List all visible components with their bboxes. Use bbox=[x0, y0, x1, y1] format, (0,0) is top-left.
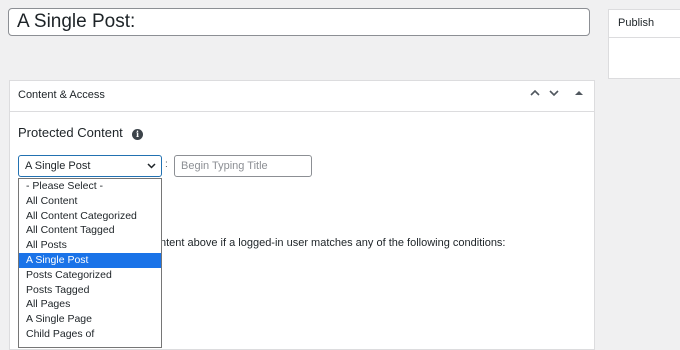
dropdown-option[interactable]: Posts Categorized bbox=[19, 268, 161, 283]
collapse-toggle-icon[interactable] bbox=[574, 87, 584, 103]
dropdown-option[interactable]: A Single Page bbox=[19, 312, 161, 327]
content-type-select[interactable]: A Single Post bbox=[18, 155, 162, 177]
dropdown-option-selected[interactable]: A Single Post bbox=[19, 252, 161, 268]
dropdown-option[interactable]: All Content bbox=[19, 194, 161, 209]
dropdown-option[interactable]: All Content Categorized bbox=[19, 209, 161, 224]
move-up-icon[interactable] bbox=[529, 87, 541, 103]
dropdown-option[interactable]: All Posts bbox=[19, 238, 161, 253]
publish-box: Publish bbox=[608, 9, 680, 79]
title-search-input[interactable]: Begin Typing Title bbox=[174, 155, 312, 177]
dropdown-option[interactable]: Posts Tagged bbox=[19, 283, 161, 298]
info-icon[interactable]: i bbox=[132, 129, 143, 140]
move-down-icon[interactable] bbox=[548, 87, 560, 103]
metabox-title: Content & Access bbox=[18, 89, 105, 101]
dropdown-option[interactable]: All Pages bbox=[19, 297, 161, 312]
chevron-down-icon bbox=[147, 156, 156, 176]
protected-content-heading: Protected Content bbox=[18, 125, 123, 140]
post-title-input[interactable]: A Single Post: bbox=[8, 8, 590, 36]
access-condition-help-text: ntent above if a logged-in user matches … bbox=[160, 237, 506, 249]
dropdown-option[interactable]: Child Pages of bbox=[19, 327, 161, 342]
field-separator: : bbox=[165, 159, 168, 170]
dropdown-option[interactable]: - Please Select - bbox=[19, 179, 161, 194]
content-type-dropdown-list[interactable]: - Please Select - All Content All Conten… bbox=[18, 178, 162, 348]
publish-box-title[interactable]: Publish bbox=[609, 10, 680, 38]
metabox-header: Content & Access bbox=[10, 81, 594, 112]
content-type-selected-value: A Single Post bbox=[25, 160, 91, 172]
dropdown-option[interactable]: All Content Tagged bbox=[19, 223, 161, 238]
